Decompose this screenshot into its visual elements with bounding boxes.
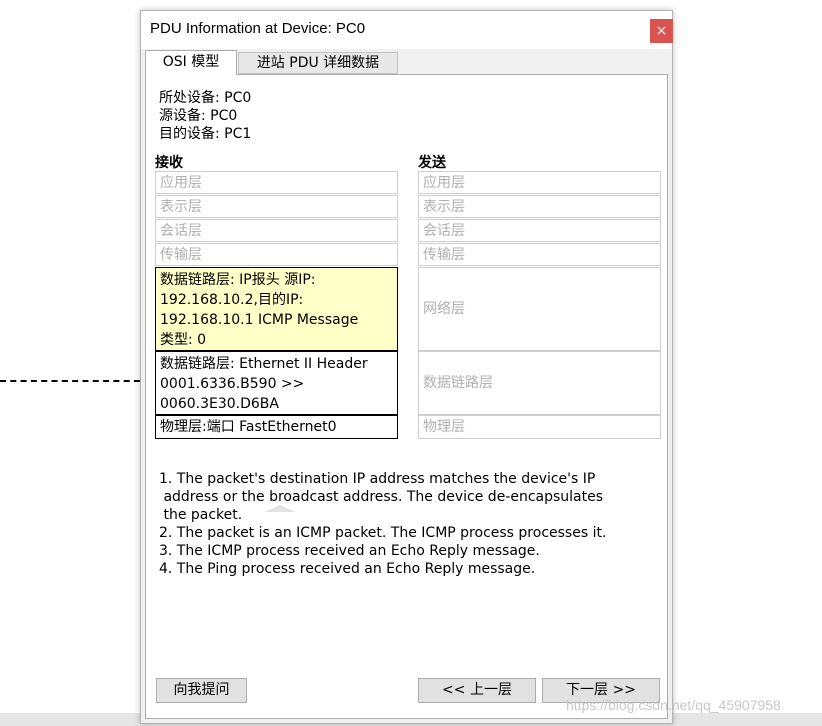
processing-steps: 1. The packet's destination IP address m… [159, 470, 659, 578]
out-layer-network[interactable]: 网络层 [418, 267, 661, 351]
step-line: 3. The ICMP process received an Echo Rep… [159, 543, 540, 559]
step-line: 1. The packet's destination IP address m… [159, 471, 596, 487]
in-layer-transport[interactable]: 传输层 [155, 243, 398, 266]
title-bar[interactable]: PDU Information at Device: PC0 × [141, 11, 673, 49]
out-layer-application[interactable]: 应用层 [418, 171, 661, 194]
in-layer-network[interactable]: 数据链路层: IP报头 源IP: 192.168.10.2,目的IP: 192.… [155, 267, 398, 351]
in-layer-application[interactable]: 应用层 [155, 171, 398, 194]
step-line: address or the broadcast address. The de… [159, 489, 604, 505]
dest-device-label: 目的设备: PC1 [159, 126, 252, 142]
layer-detail-line: 192.168.10.1 ICMP Message [160, 312, 359, 328]
layer-detail-line: 0001.6336.B590 >> [160, 376, 305, 392]
tab-inbound-pdu-details[interactable]: 进站 PDU 详细数据 [238, 52, 398, 74]
in-layer-physical[interactable]: 物理层:端口 FastEthernet0 [155, 415, 398, 439]
in-layer-presentation[interactable]: 表示层 [155, 195, 398, 218]
step-line: the packet. [159, 507, 243, 523]
out-layer-datalink[interactable]: 数据链路层 [418, 351, 661, 415]
layer-detail-line: 数据链路层: IP报头 源IP: [160, 272, 316, 288]
source-device-label: 源设备: PC0 [159, 108, 238, 124]
out-layer-session[interactable]: 会话层 [418, 219, 661, 242]
topology-link-line [0, 380, 140, 382]
watermark-url: https://blog.csdn.net/qq_45907958 [566, 697, 781, 713]
out-layer-presentation[interactable]: 表示层 [418, 195, 661, 218]
layer-detail-line: 0060.3E30.D6BA [160, 396, 279, 412]
previous-layer-button[interactable]: << 上一层 [418, 678, 536, 703]
out-layer-transport[interactable]: 传输层 [418, 243, 661, 266]
step-line: 2. The packet is an ICMP packet. The ICM… [159, 525, 607, 541]
osi-model-panel: 所处设备: PC0 源设备: PC0 目的设备: PC1 接收 发送 应用层 表… [145, 74, 668, 719]
in-layer-datalink[interactable]: 数据链路层: Ethernet II Header 0001.6336.B590… [155, 351, 398, 415]
close-button[interactable]: × [650, 19, 673, 43]
tab-osi-model[interactable]: OSI 模型 [145, 50, 237, 75]
layer-detail-line: 数据链路层: Ethernet II Header [160, 356, 368, 372]
layer-detail-line: 类型: 0 [160, 332, 207, 348]
current-device-label: 所处设备: PC0 [159, 90, 252, 106]
out-layer-physical[interactable]: 物理层 [418, 415, 661, 439]
pdu-info-dialog: PDU Information at Device: PC0 × OSI 模型 … [140, 10, 673, 724]
window-title: PDU Information at Device: PC0 [150, 20, 366, 37]
in-layers-heading: 接收 [155, 155, 183, 171]
in-layer-session[interactable]: 会话层 [155, 219, 398, 242]
step-line: 4. The Ping process received an Echo Rep… [159, 561, 536, 577]
out-layers-heading: 发送 [418, 155, 446, 171]
challenge-me-button[interactable]: 向我提问 [156, 678, 247, 703]
layer-detail-line: 192.168.10.2,目的IP: [160, 292, 304, 308]
